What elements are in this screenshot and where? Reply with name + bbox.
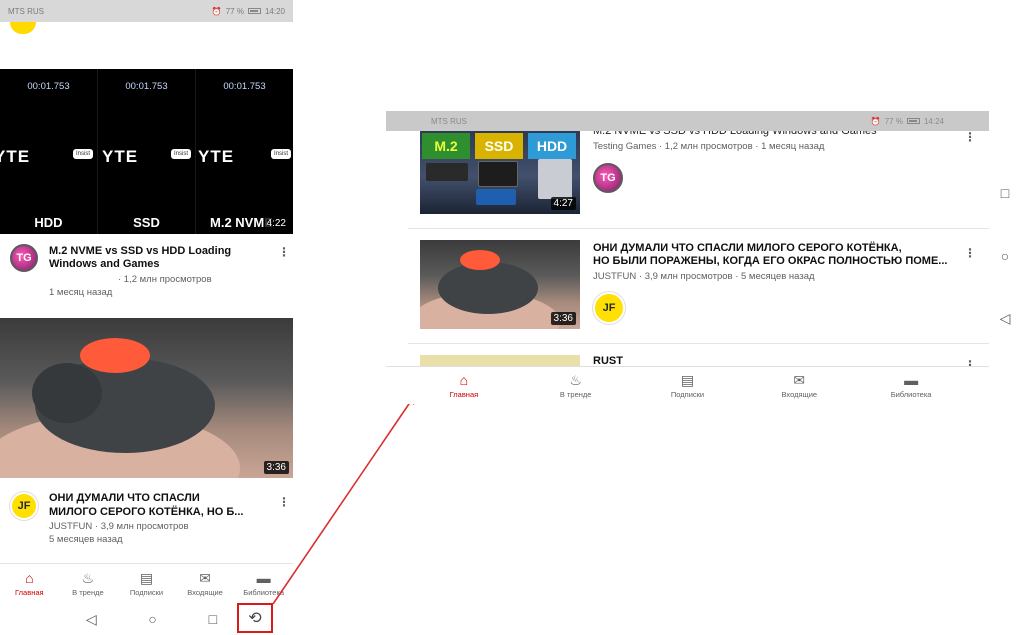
- tab-label: Входящие: [781, 390, 818, 399]
- tab-label: Главная: [449, 390, 479, 399]
- alarm-icon: ⏰: [870, 116, 881, 126]
- tab-label: Библиотека: [890, 390, 932, 399]
- landscape-screen: M.2 SSD HDD 4:27 M.2 NVME vs SSD vs HDD …: [386, 111, 989, 404]
- tab-library[interactable]: ▬ Библиотека: [855, 367, 967, 404]
- home-circle-icon[interactable]: ○: [993, 248, 1017, 264]
- channel-avatar[interactable]: TG: [593, 163, 623, 193]
- more-options-icon[interactable]: ⋮: [964, 247, 976, 259]
- divider: [408, 228, 989, 229]
- video-meta: Testing Games · 1,2 млн просмотров · 1 м…: [593, 141, 825, 152]
- video-title-line2[interactable]: НО БЫЛИ ПОРАЖЕНЫ, КОГДА ЕГО ОКРАС ПОЛНОС…: [593, 255, 947, 268]
- duration-badge: 3:36: [550, 312, 576, 325]
- video-title[interactable]: ОНИ ДУМАЛИ ЧТО СПАСЛИ МИЛОГО СЕРОГО КОТЁ…: [593, 242, 902, 255]
- video-meta: JUSTFUN · 3,9 млн просмотров · 5 месяцев…: [593, 271, 815, 282]
- mail-icon: ✉: [793, 372, 806, 388]
- tab-home[interactable]: ⌂ Главная: [408, 367, 520, 404]
- thumb-tag: HDD: [528, 133, 576, 159]
- home-icon: ⌂: [459, 372, 469, 388]
- channel-avatar[interactable]: JF: [593, 292, 625, 324]
- subscriptions-icon: ▤: [680, 372, 695, 388]
- clock: 14:24: [923, 116, 944, 126]
- thumb-tag: M.2: [422, 133, 470, 159]
- tab-trending[interactable]: ♨ В тренде: [520, 367, 632, 404]
- tab-label: В тренде: [559, 390, 592, 399]
- tab-inbox[interactable]: ✉ Входящие: [743, 367, 855, 404]
- battery-percent: 77 %: [884, 116, 903, 126]
- duration-badge: 4:27: [550, 197, 576, 210]
- recents-icon[interactable]: □: [993, 185, 1017, 201]
- video-thumbnail[interactable]: 3:36: [420, 240, 580, 329]
- tab-subscriptions[interactable]: ▤ Подписки: [632, 367, 744, 404]
- status-bar: MTS RUS ⏰ 77 % 14:24: [386, 111, 989, 131]
- thumb-tag: SSD: [475, 133, 523, 159]
- video-thumbnail[interactable]: M.2 SSD HDD 4:27: [420, 131, 580, 214]
- folder-icon: ▬: [904, 372, 919, 388]
- battery-icon: [906, 118, 920, 124]
- video-thumbnail[interactable]: [420, 355, 580, 366]
- more-options-icon[interactable]: ⋮: [964, 131, 976, 143]
- fire-icon: ♨: [569, 372, 582, 388]
- tab-label: Подписки: [670, 390, 705, 399]
- carrier-label: MTS RUS: [431, 116, 467, 126]
- back-icon[interactable]: ◁: [993, 310, 1017, 327]
- bottom-navigation: ⌂ Главная ♨ В тренде ▤ Подписки ✉ Входящ…: [386, 366, 989, 404]
- divider: [408, 343, 989, 344]
